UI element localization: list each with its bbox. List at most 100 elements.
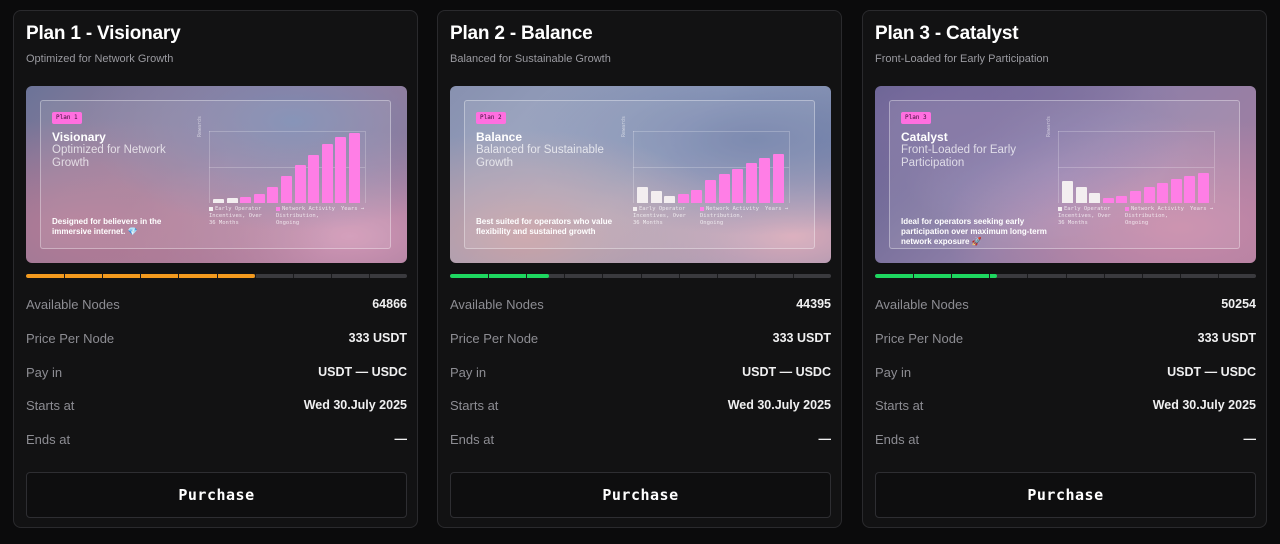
legend-label: Early Operator Incentives, Over 36 Month… [1058, 206, 1111, 226]
detail-label: Ends at [26, 432, 71, 447]
banner-subtitle: Optimized for Network Growth [52, 144, 166, 169]
detail-value: 333 USDT [1197, 331, 1256, 345]
detail-value: — [394, 432, 408, 446]
progress-segment-divider [178, 274, 180, 278]
detail-value: 333 USDT [348, 331, 407, 345]
progress-segment-divider [488, 274, 490, 278]
detail-value: Wed 30.July 2025 [727, 398, 831, 412]
banner-subtitle: Front-Loaded for Early Participation [901, 144, 1017, 169]
detail-row-available-nodes: Available Nodes 50254 [875, 295, 1256, 315]
legend-swatch-pink [700, 207, 704, 211]
plan-tag: Plan 2 [476, 112, 506, 124]
progress-segment-divider [330, 274, 332, 278]
progress-segment-divider [1027, 274, 1029, 278]
detail-value: 44395 [796, 297, 831, 311]
detail-row-pay-in: Pay in USDT — USDC [875, 363, 1256, 383]
progress-segment-divider [913, 274, 915, 278]
detail-row-pay-in: Pay in USDT — USDC [26, 363, 407, 383]
legend-label: Network Activity Distribution, Ongoing [1125, 206, 1184, 226]
chart-bar [1130, 191, 1141, 203]
plan-cards: Plan 1 - Visionary Optimized for Network… [13, 10, 1269, 530]
progress-segment-divider [292, 274, 294, 278]
detail-label: Available Nodes [875, 297, 969, 312]
legend-label: Early Operator Incentives, Over 36 Month… [209, 206, 262, 226]
legend-swatch-white [633, 207, 637, 211]
banner-glass-panel: Plan 3 Catalyst Front-Loaded for Early P… [889, 100, 1240, 249]
chart-legend: Early Operator Incentives, Over 36 Month… [633, 206, 813, 236]
chart-bar [267, 187, 279, 203]
chart-bar [1184, 175, 1196, 203]
progress-segment-divider [1141, 274, 1143, 278]
chart-bar [1102, 197, 1114, 203]
detail-label: Starts at [875, 398, 924, 413]
detail-label: Price Per Node [450, 331, 539, 346]
chart-bar [650, 191, 662, 203]
detail-label: Pay in [26, 365, 63, 380]
chart-bar [1089, 192, 1101, 203]
banner-title: Visionary [52, 130, 106, 144]
banner-subtitle: Balanced for Sustainable Growth [476, 144, 604, 169]
plan-subtitle: Front-Loaded for Early Participation [875, 53, 1049, 65]
availability-progress-bar [450, 274, 831, 278]
chart-bar [1116, 195, 1128, 203]
progress-segment-divider [64, 274, 66, 278]
chart-bar [637, 187, 648, 203]
chart-legend: Early Operator Incentives, Over 36 Month… [209, 206, 389, 236]
detail-row-pay-in: Pay in USDT — USDC [450, 363, 831, 383]
chart-bar [1075, 187, 1087, 203]
chart-bar [240, 197, 252, 203]
chart-gridline [1058, 131, 1059, 203]
chart-gridline [1214, 131, 1215, 203]
detail-value: — [818, 432, 832, 446]
banner-description: Designed for believers in the immersive … [52, 217, 202, 237]
chart-bar [281, 176, 292, 203]
progress-fill [875, 274, 997, 278]
chart-gridline [633, 131, 789, 132]
chart-bar [1062, 181, 1073, 203]
detail-row-starts: Starts at Wed 30.July 2025 [26, 396, 407, 416]
detail-row-available-nodes: Available Nodes 44395 [450, 295, 831, 315]
legend-label: Early Operator Incentives, Over 36 Month… [633, 206, 686, 226]
progress-segment-divider [1217, 274, 1219, 278]
chart-axis-label: Rewards [197, 115, 203, 137]
diamond-icon: 💎 [127, 227, 138, 236]
chart-bar [732, 169, 744, 203]
chart-bar [664, 195, 676, 203]
chart-bar [691, 190, 703, 203]
chart-bar [759, 158, 771, 203]
detail-row-price: Price Per Node 333 USDT [875, 329, 1256, 349]
purchase-button[interactable]: Purchase [26, 472, 407, 518]
banner-description: Ideal for operators seeking early partic… [901, 217, 1051, 247]
plan-banner: Plan 3 Catalyst Front-Loaded for Early P… [875, 86, 1256, 263]
detail-label: Starts at [450, 398, 499, 413]
purchase-button[interactable]: Purchase [875, 472, 1256, 518]
chart-bar [335, 136, 347, 203]
progress-segment-divider [951, 274, 953, 278]
plan-tag: Plan 3 [901, 112, 931, 124]
legend-item-early: Early Operator Incentives, Over 36 Month… [1058, 206, 1120, 227]
detail-row-starts: Starts at Wed 30.July 2025 [450, 396, 831, 416]
progress-segment-divider [602, 274, 604, 278]
detail-label: Pay in [450, 365, 487, 380]
chart-bar [321, 143, 333, 203]
progress-segment-divider [678, 274, 680, 278]
plan-title: Plan 2 - Balance [450, 23, 593, 44]
legend-item-network: Network Activity Distribution, Ongoing [1125, 206, 1187, 227]
chart-legend: Early Operator Incentives, Over 36 Month… [1058, 206, 1238, 236]
chart-bar [1157, 182, 1169, 203]
chart-axis-label: Rewards [621, 115, 627, 137]
detail-row-starts: Starts at Wed 30.July 2025 [875, 396, 1256, 416]
purchase-button[interactable]: Purchase [450, 472, 831, 518]
detail-label: Price Per Node [26, 331, 115, 346]
plan-card-balance: Plan 2 - Balance Balanced for Sustainabl… [437, 10, 842, 528]
progress-segment-divider [1179, 274, 1181, 278]
progress-segment-divider [140, 274, 142, 278]
chart-gridline [209, 131, 210, 203]
detail-label: Starts at [26, 398, 75, 413]
chart-bar [718, 174, 730, 203]
chart-gridline [1058, 167, 1214, 168]
progress-segment-divider [640, 274, 642, 278]
progress-segment-divider [216, 274, 218, 278]
chart-gridline [1058, 131, 1214, 132]
legend-swatch-pink [276, 207, 280, 211]
